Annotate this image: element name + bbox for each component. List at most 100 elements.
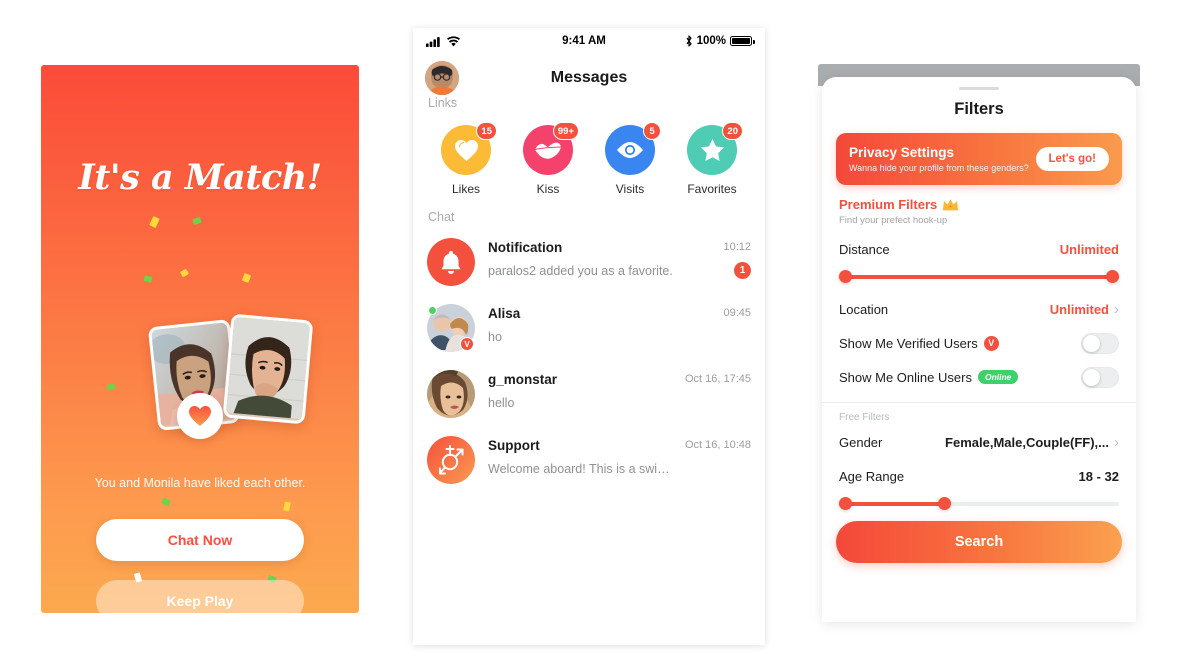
chat-avatar-alisa: V — [427, 304, 475, 352]
privacy-title: Privacy Settings — [849, 145, 955, 160]
battery-full-icon — [730, 36, 755, 46]
screenshot-stage: It's a Match! You and Monila have liked … — [0, 0, 1197, 660]
sheet-grabber[interactable] — [959, 87, 999, 90]
match-screen: It's a Match! You and Monila have liked … — [41, 65, 359, 613]
quick-icon-kiss[interactable]: 99+ Kiss — [507, 122, 589, 196]
star-icon — [700, 139, 724, 161]
confetti-piece — [283, 501, 291, 512]
list-item[interactable]: g_monstar hello Oct 16, 17:45 — [413, 360, 765, 426]
gender-row[interactable]: Gender Female,Male,Couple(FF),... › — [822, 425, 1136, 459]
filters-screen: Filters Privacy Settings Wanna hide your… — [818, 64, 1140, 628]
favorites-label: Favorites — [687, 182, 737, 196]
verified-users-label-group: Show Me Verified Users V — [839, 335, 999, 351]
cellular-signal-icon — [426, 36, 440, 47]
location-value-group: Unlimited › — [1050, 301, 1119, 318]
distance-slider-knob-max[interactable] — [1106, 270, 1119, 283]
location-value: Unlimited — [1049, 301, 1109, 317]
online-users-toggle[interactable] — [1081, 366, 1119, 388]
verified-users-label: Show Me Verified Users — [839, 335, 978, 351]
chat-time: Oct 16, 17:45 — [684, 373, 751, 385]
man-photo — [226, 316, 311, 420]
favorites-badge: 20 — [722, 122, 743, 140]
chat-avatar-gmonstar — [427, 370, 475, 418]
unread-badge: 1 — [734, 262, 751, 279]
distance-slider-fill — [839, 275, 1119, 279]
age-slider-knob-max[interactable] — [938, 497, 952, 510]
quick-icon-visits[interactable]: 5 Visits — [589, 122, 671, 196]
filters-sheet: Filters Privacy Settings Wanna hide your… — [822, 77, 1136, 622]
toggle-knob — [1083, 334, 1100, 352]
chat-preview: Welcome aboard! This is a swingers' ship… — [488, 462, 673, 476]
confetti-piece — [192, 216, 202, 226]
lips-icon — [534, 142, 562, 159]
kiss-badge: 99+ — [552, 122, 579, 140]
quick-icon-likes[interactable]: 15 Likes — [425, 122, 507, 196]
chat-now-button[interactable]: Chat Now — [96, 519, 304, 561]
location-label: Location — [839, 301, 889, 317]
keep-play-button[interactable]: Keep Play — [96, 580, 304, 613]
match-title: It's a Match! — [78, 157, 322, 198]
crown-icon — [943, 199, 959, 211]
match-caption: You and Monila have liked each other. — [94, 476, 306, 490]
list-item[interactable]: V Alisa ho 09:45 — [413, 294, 765, 360]
chat-list: Notification paralos2 added you as a fav… — [413, 226, 765, 492]
distance-value: Unlimited — [1059, 241, 1119, 257]
premium-filters-subtitle: Find your prefect hook-up — [839, 215, 948, 226]
match-photo-right — [222, 313, 314, 425]
online-users-label: Show Me Online Users — [839, 369, 972, 385]
bell-icon — [441, 250, 461, 274]
chat-name: Support — [488, 438, 540, 453]
confetti-piece — [241, 273, 252, 283]
visits-label: Visits — [615, 182, 645, 196]
privacy-settings-banner[interactable]: Privacy Settings Wanna hide your profile… — [836, 133, 1122, 185]
distance-slider[interactable] — [839, 268, 1119, 286]
online-users-row[interactable]: Show Me Online Users Online — [822, 360, 1136, 394]
favorites-circle: 20 — [687, 122, 743, 175]
toggle-knob — [1083, 368, 1100, 386]
free-filters-label: Free Filters — [839, 412, 890, 423]
online-badge: Online — [977, 370, 1019, 384]
bluetooth-icon — [686, 35, 692, 47]
support-avatar — [427, 436, 475, 484]
messages-header: Messages Links — [413, 54, 765, 116]
distance-row: Distance Unlimited — [822, 232, 1136, 266]
quick-icon-favorites[interactable]: 20 Favorites — [671, 122, 753, 196]
confetti-piece — [161, 497, 171, 507]
gender-value-group: Female,Male,Couple(FF),... › — [945, 434, 1119, 451]
chat-name: Alisa — [488, 306, 521, 321]
list-item[interactable]: Notification paralos2 added you as a fav… — [413, 228, 765, 294]
likes-label: Likes — [451, 182, 480, 196]
confetti-piece — [143, 275, 153, 283]
age-slider-knob-min[interactable] — [839, 497, 852, 510]
battery-percent-label: 100% — [696, 35, 726, 47]
confetti-piece — [149, 215, 160, 229]
premium-filters-heading: Premium Filters — [839, 197, 1136, 212]
verified-users-row[interactable]: Show Me Verified Users V — [822, 326, 1136, 360]
status-bar: 9:41 AM 100% — [413, 28, 765, 54]
links-label: Links — [428, 96, 458, 110]
distance-slider-knob-min[interactable] — [839, 270, 852, 283]
lets-go-button[interactable]: Let's go! — [1035, 147, 1109, 171]
chevron-right-icon: › — [1114, 300, 1119, 318]
search-button[interactable]: Search — [836, 521, 1122, 563]
messages-screen: 9:41 AM 100% Messages Links 15 Likes 99+… — [413, 28, 765, 645]
heart-icon — [189, 406, 211, 426]
gender-value: Female,Male,Couple(FF),... — [945, 434, 1109, 450]
match-photo-cards — [41, 313, 359, 445]
age-range-slider[interactable] — [839, 495, 1119, 513]
confetti-piece — [179, 268, 190, 278]
kiss-circle: 99+ — [523, 122, 579, 175]
chevron-right-icon: › — [1114, 433, 1119, 451]
chat-time: 10:12 — [723, 241, 751, 253]
verified-users-toggle[interactable] — [1081, 332, 1119, 354]
chat-name: g_monstar — [488, 372, 558, 387]
verified-badge-icon: V — [460, 337, 474, 351]
premium-filters-label: Premium Filters — [839, 197, 938, 212]
gender-icon — [439, 445, 464, 475]
location-row[interactable]: Location Unlimited › — [822, 292, 1136, 326]
eye-icon — [617, 142, 643, 158]
distance-label: Distance — [839, 241, 890, 257]
likes-badge: 15 — [476, 122, 497, 140]
match-heart-badge — [177, 393, 223, 439]
list-item[interactable]: Support Welcome aboard! This is a swinge… — [413, 426, 765, 492]
